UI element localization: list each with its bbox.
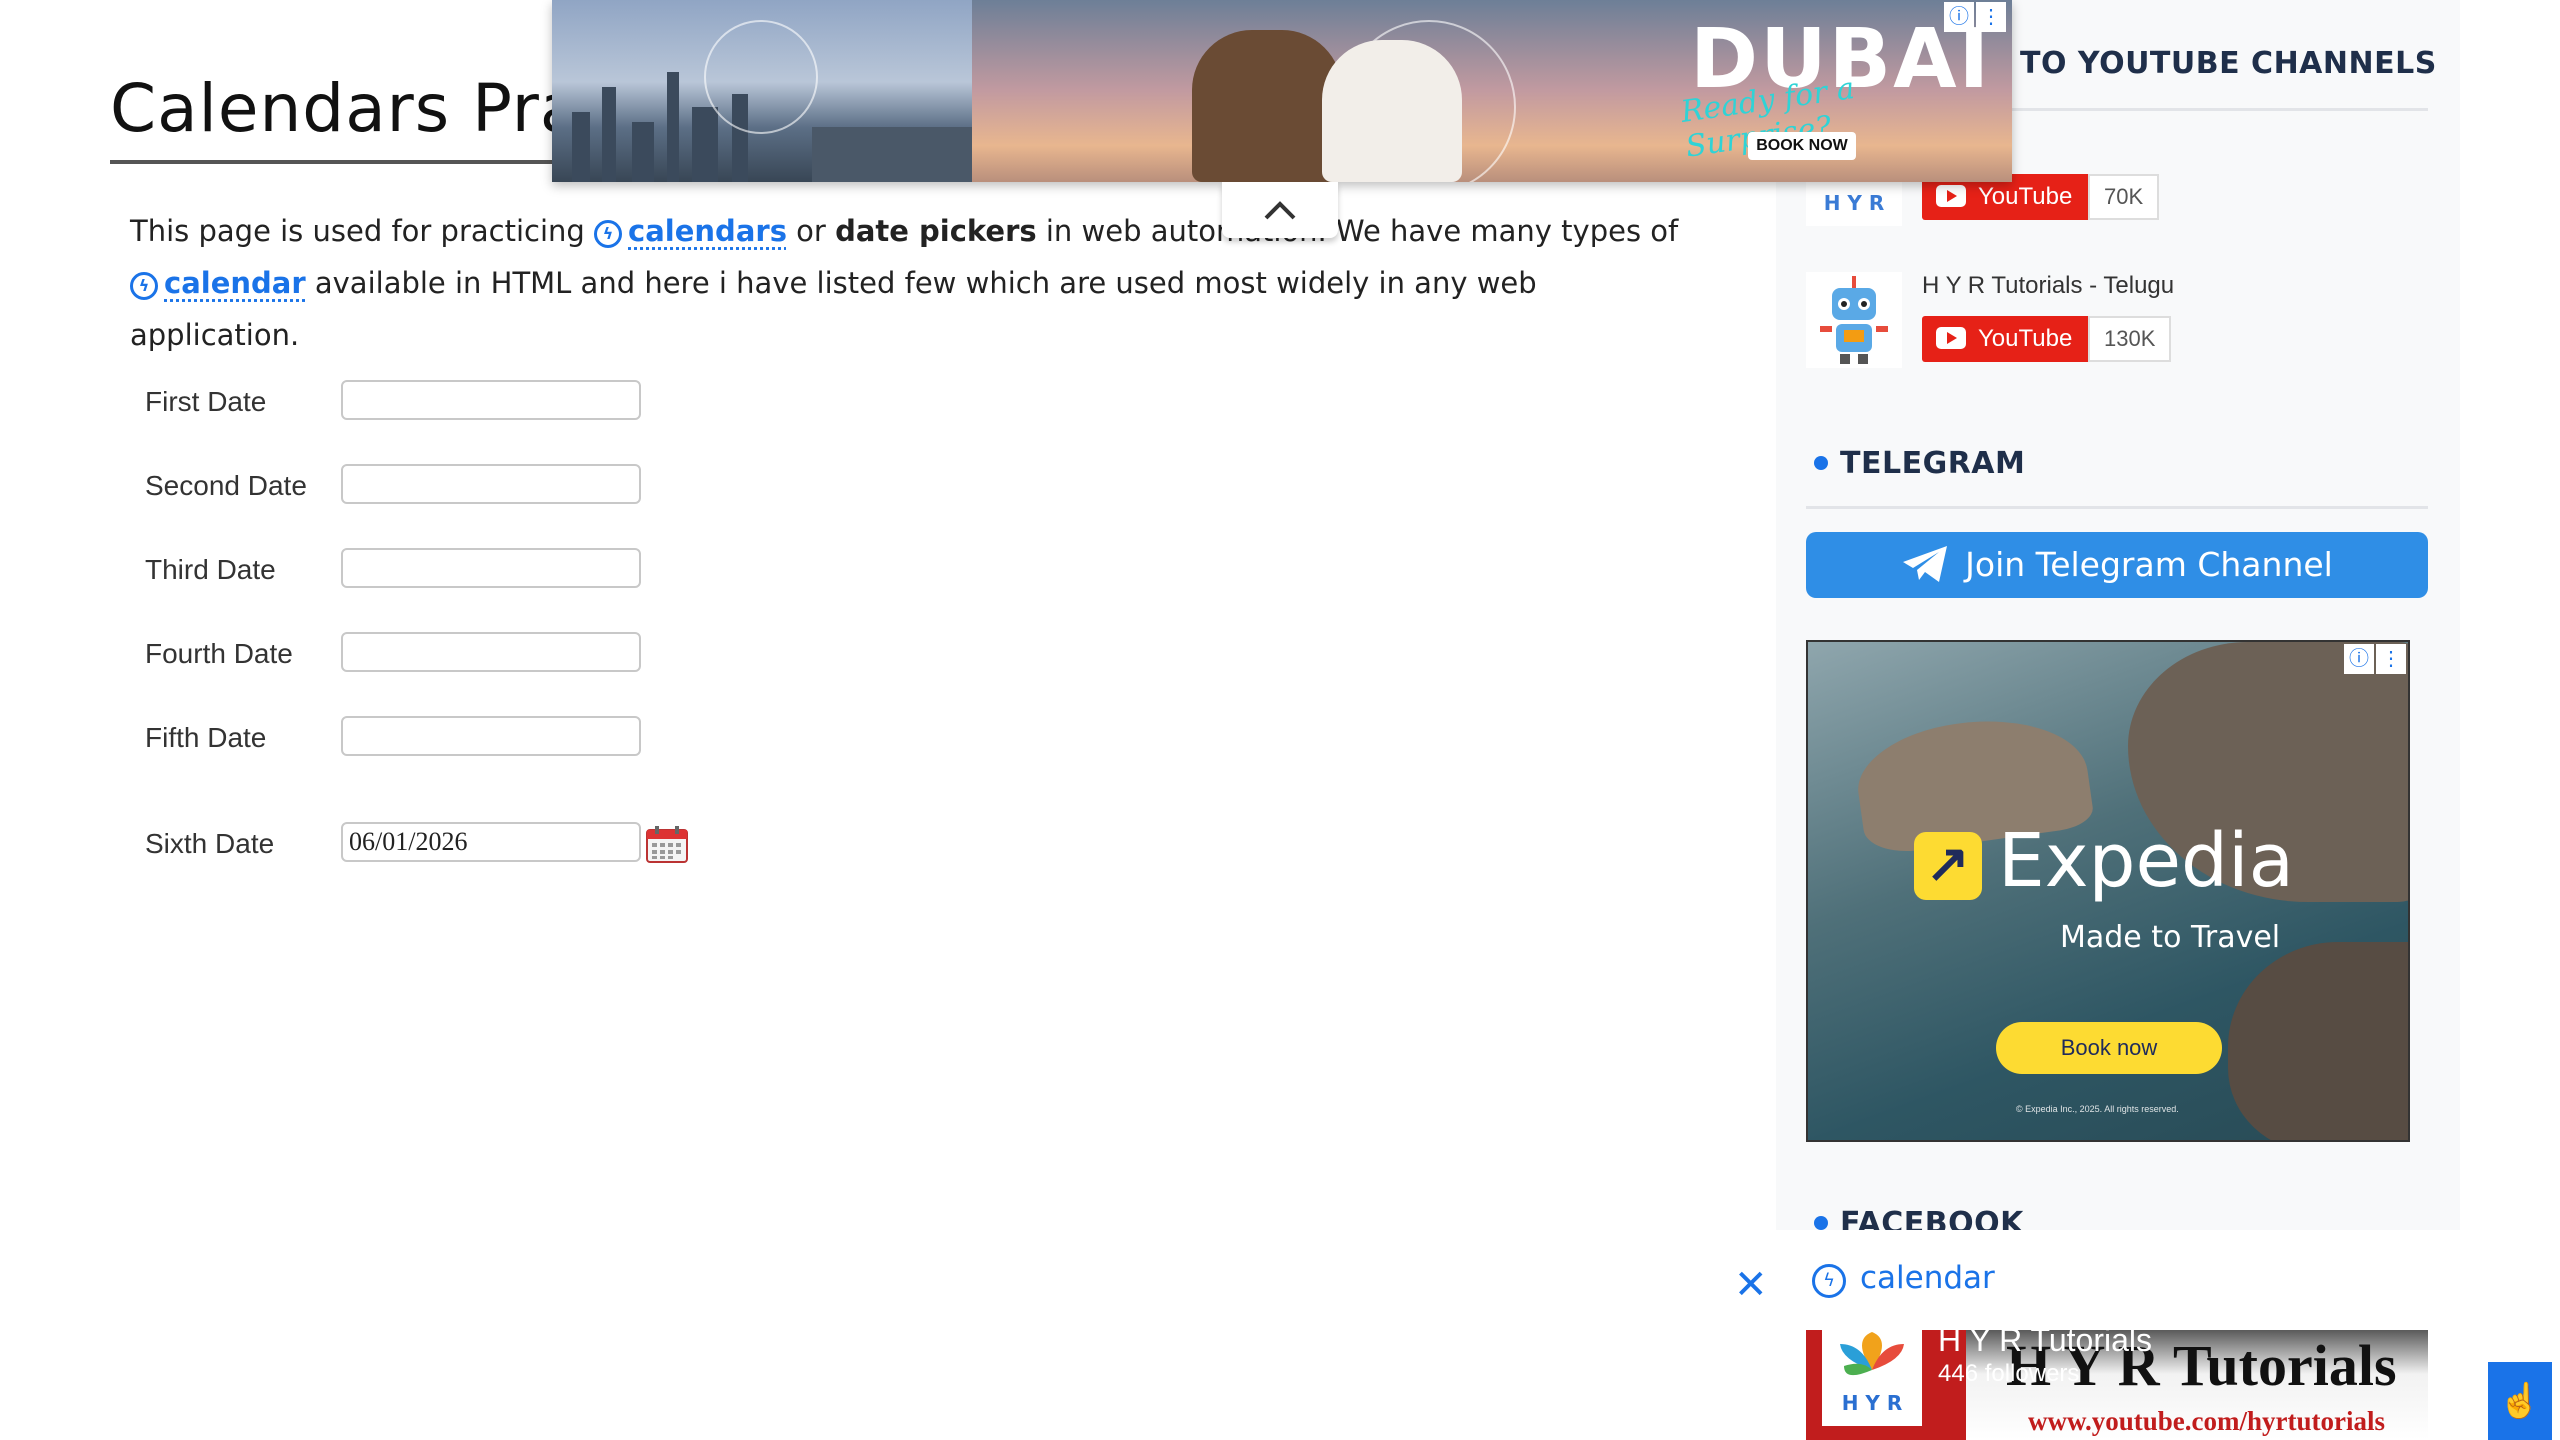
second-date-row: Second Date <box>145 464 845 512</box>
expedia-legal-text: © Expedia Inc., 2025. All rights reserve… <box>2016 1104 2179 1114</box>
ad-rock <box>2228 942 2408 1140</box>
first-date-row: First Date <box>145 380 845 428</box>
calendar-icon[interactable] <box>645 824 689 864</box>
sixth-date-input[interactable] <box>341 822 641 862</box>
banner-url: www.youtube.com/hyrtutorials <box>2028 1406 2385 1436</box>
third-date-row: Third Date <box>145 548 845 596</box>
youtube-play-icon <box>1936 327 1966 349</box>
bolt-icon: ϟ <box>594 220 623 248</box>
telegram-heading-label: TELEGRAM <box>1840 446 2026 481</box>
telegram-heading: TELEGRAM <box>1814 446 2025 481</box>
robot-avatar <box>1806 272 1902 368</box>
ad-person <box>1192 30 1342 182</box>
expedia-ad[interactable]: Expedia Made to Travel Book now © Expedi… <box>1806 640 2410 1142</box>
dubai-book-now-button[interactable]: BOOK NOW <box>1748 132 1856 160</box>
dubai-top-ad[interactable]: DUBAI Ready for a Surprise? BOOK NOW ⓘ ⋮ <box>552 0 2012 182</box>
bolt-icon: ϟ <box>130 272 158 300</box>
expedia-book-now-button[interactable]: Book now <box>1996 1022 2222 1074</box>
calendar-link[interactable]: calendar <box>164 266 306 300</box>
youtube-channel-row: H Y R Tutorials - Telugu YouTube 130K <box>1806 272 2428 372</box>
youtube-button-label: YouTube <box>1978 183 2073 210</box>
facebook-page-name[interactable]: H Y R Tutorials <box>1938 1330 2152 1359</box>
fifth-date-row: Fifth Date <box>145 716 845 764</box>
youtube-channels-heading: TO YOUTUBE CHANNELS <box>2020 46 2437 81</box>
suggestion-label: calendar <box>1860 1260 1995 1296</box>
divider <box>1806 506 2428 509</box>
close-icon[interactable]: ✕ <box>1734 1262 1768 1308</box>
intro-paragraph: This page is used for practicing ϟ calend… <box>130 205 1690 361</box>
ad-menu-icon[interactable]: ⋮ <box>1976 2 2006 32</box>
subscriber-count: 70K <box>2088 174 2160 220</box>
telegram-button-label: Join Telegram Channel <box>1965 545 2333 584</box>
youtube-subscribe-button[interactable]: YouTube <box>1922 316 2088 362</box>
bottom-suggestion-bar: ✕ ϟ calendar H Y R Tutorials www.youtube.… <box>1734 1230 2460 1440</box>
fourth-date-row: Fourth Date <box>145 632 845 680</box>
intro-text: This page is used for practicing <box>130 214 595 248</box>
intro-bold: date pickers <box>835 214 1037 248</box>
sixth-date-row: Sixth Date <box>145 822 845 870</box>
bolt-icon: ϟ <box>1812 1264 1846 1298</box>
fourth-date-input[interactable] <box>341 632 641 672</box>
chevron-up-icon <box>1264 201 1296 220</box>
intro-text: or <box>786 214 836 248</box>
second-date-input[interactable] <box>341 464 641 504</box>
third-date-label: Third Date <box>145 554 276 585</box>
ad-info-icon[interactable]: ⓘ <box>2344 644 2374 674</box>
robot-icon <box>1820 276 1888 364</box>
facebook-page-embed[interactable]: H Y R Tutorials www.youtube.com/hyrtutor… <box>1806 1330 2428 1440</box>
calendar-suggestion[interactable]: ϟ calendar <box>1812 1260 1995 1298</box>
hyr-logo-icon: H Y R <box>1840 1332 1904 1415</box>
ad-menu-icon[interactable]: ⋮ <box>2376 644 2406 674</box>
bullet-dot <box>1814 1216 1828 1230</box>
facebook-followers: 446 followers <box>1938 1360 2080 1387</box>
expedia-brand: Expedia <box>1998 818 2294 904</box>
ad-person <box>1322 40 1462 182</box>
youtube-button-label: YouTube <box>1978 325 2073 352</box>
ad-collapse-button[interactable] <box>1222 182 1338 238</box>
first-date-label: First Date <box>145 386 267 417</box>
page-title: Calendars Prac <box>110 70 619 147</box>
youtube-play-icon <box>1936 185 1966 207</box>
pointer-hand-icon[interactable]: ☝ <box>2488 1362 2552 1440</box>
sixth-date-label: Sixth Date <box>145 828 275 859</box>
fourth-date-label: Fourth Date <box>145 638 293 669</box>
join-telegram-button[interactable]: Join Telegram Channel <box>1806 532 2428 598</box>
sidebar: TO YOUTUBE CHANNELS H Y R torials YouTub… <box>1776 0 2460 1241</box>
telegram-icon <box>1903 546 1948 582</box>
channel-name[interactable]: H Y R Tutorials - Telugu <box>1922 272 2174 300</box>
ad-city-skyline <box>552 0 972 182</box>
intro-text: available in HTML and here i have listed… <box>130 266 1537 352</box>
second-date-label: Second Date <box>145 470 307 501</box>
subscriber-count: 130K <box>2088 316 2172 362</box>
ad-info-icon[interactable]: ⓘ <box>1944 2 1974 32</box>
hyr-logo-text: H Y R <box>1824 191 1885 215</box>
third-date-input[interactable] <box>341 548 641 588</box>
fifth-date-label: Fifth Date <box>145 722 267 753</box>
expedia-logo-icon <box>1914 832 1982 900</box>
intro-text: in web automation. We have many types of <box>1036 214 1679 248</box>
bullet-dot <box>1814 456 1828 470</box>
hyr-logo: H Y R <box>1822 1330 1922 1426</box>
expedia-tagline: Made to Travel <box>2060 920 2281 955</box>
fifth-date-input[interactable] <box>341 716 641 756</box>
first-date-input[interactable] <box>341 380 641 420</box>
calendars-link[interactable]: calendars <box>628 214 787 248</box>
svg-text:H Y R: H Y R <box>1842 1391 1903 1415</box>
